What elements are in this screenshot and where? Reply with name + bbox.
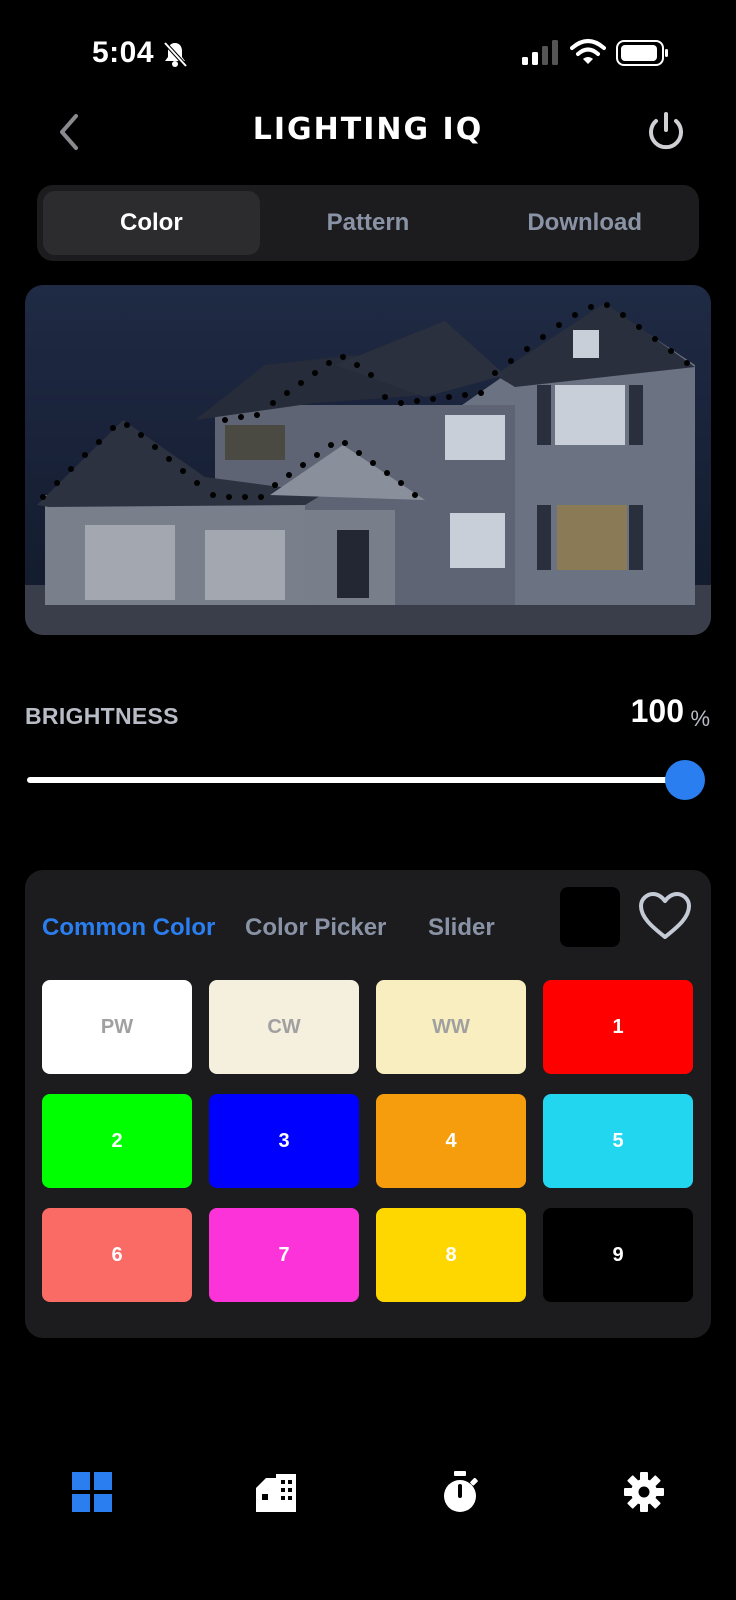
brightness-slider-thumb[interactable] — [665, 760, 705, 800]
swatch-8[interactable]: 8 — [376, 1208, 526, 1302]
brightness-slider-fill — [27, 777, 691, 783]
color-panel: Common Color Color Picker Slider PW CW W… — [25, 870, 711, 1338]
swatch-pw[interactable]: PW — [42, 980, 192, 1074]
tab-pattern[interactable]: Pattern — [260, 191, 477, 255]
swatch-ww[interactable]: WW — [376, 980, 526, 1074]
swatch-3[interactable]: 3 — [209, 1094, 359, 1188]
brightness-unit: % — [690, 706, 710, 731]
battery-icon — [616, 40, 668, 66]
brightness-label: BRIGHTNESS — [25, 703, 179, 729]
swatch-9[interactable]: 9 — [543, 1208, 693, 1302]
heart-icon[interactable] — [637, 890, 693, 942]
brightness-slider-track[interactable] — [27, 777, 691, 783]
tab-slider[interactable]: Slider — [428, 914, 495, 942]
mode-tabs: Color Pattern Download — [37, 185, 699, 261]
swatch-2[interactable]: 2 — [42, 1094, 192, 1188]
color-swatch-grid: PW CW WW 1 2 3 4 5 6 7 8 9 — [42, 980, 694, 1302]
brightness-value: 100 — [630, 693, 684, 729]
app-title: LIGHTING IQ — [252, 112, 484, 147]
swatch-1[interactable]: 1 — [543, 980, 693, 1074]
wifi-icon — [570, 39, 606, 64]
swatch-5[interactable]: 5 — [543, 1094, 693, 1188]
house-preview-image — [25, 285, 711, 635]
current-color-swatch[interactable] — [560, 887, 620, 947]
swatch-7[interactable]: 7 — [209, 1208, 359, 1302]
swatch-6[interactable]: 6 — [42, 1208, 192, 1302]
bottom-nav — [0, 1470, 736, 1540]
building-icon[interactable] — [254, 1470, 298, 1514]
bell-off-icon — [163, 41, 188, 68]
status-bar: 5:04 — [0, 0, 736, 108]
dashboard-grid-icon[interactable] — [70, 1470, 114, 1514]
swatch-cw[interactable]: CW — [209, 980, 359, 1074]
power-button[interactable] — [644, 110, 688, 154]
swatch-4[interactable]: 4 — [376, 1094, 526, 1188]
tab-color-picker[interactable]: Color Picker — [245, 914, 386, 942]
status-time: 5:04 — [92, 36, 155, 69]
timer-icon[interactable] — [438, 1470, 482, 1514]
tab-download[interactable]: Download — [476, 191, 693, 255]
tab-color[interactable]: Color — [43, 191, 260, 255]
settings-gear-icon[interactable] — [622, 1470, 666, 1514]
tab-common-color[interactable]: Common Color — [42, 914, 215, 942]
cellular-signal-icon — [522, 40, 558, 65]
